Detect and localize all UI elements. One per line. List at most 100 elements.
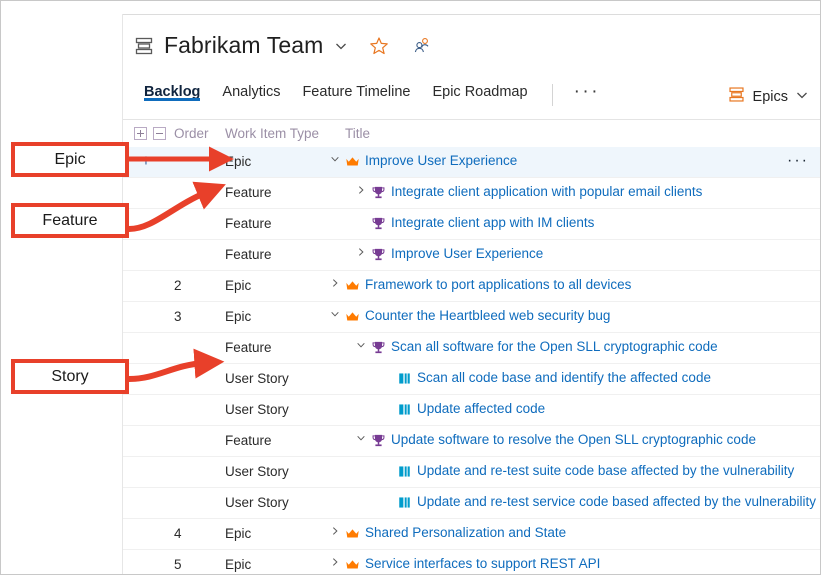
row-title-cell[interactable]: Update and re-test service code based af… (381, 493, 816, 511)
backlog-level-picker[interactable]: Epics (727, 85, 809, 109)
row-title-link[interactable]: Shared Personalization and State (365, 524, 566, 542)
callout-epic: Epic (11, 142, 129, 177)
row-title-cell[interactable]: Scan all software for the Open SLL crypt… (355, 338, 718, 356)
row-title-link[interactable]: Update and re-test suite code base affec… (417, 462, 794, 480)
tabs: Backlog Analytics Feature Timeline Epic … (133, 75, 610, 119)
row-title-link[interactable]: Scan all software for the Open SLL crypt… (391, 338, 718, 356)
row-title-link[interactable]: Integrate client application with popula… (391, 183, 702, 201)
table-row[interactable]: User Story Update affected code (123, 395, 821, 426)
callout-feature: Feature (11, 203, 129, 238)
row-title-cell[interactable]: Update software to resolve the Open SLL … (355, 431, 756, 449)
tab-divider (552, 84, 553, 106)
grid-rows: +EpicImprove User Experience···FeatureIn… (123, 147, 821, 575)
table-row[interactable]: Feature Update software to resolve the Op… (123, 426, 821, 457)
more-tabs-button[interactable]: ··· (564, 75, 610, 101)
trophy-icon (371, 340, 386, 355)
row-title-cell[interactable]: Update affected code (381, 400, 545, 418)
row-title-link[interactable]: Update and re-test service code based af… (417, 493, 816, 511)
expand-all-button[interactable] (134, 127, 147, 140)
row-title-cell[interactable]: Shared Personalization and State (329, 524, 566, 542)
backlog-level-orange-icon (727, 85, 746, 109)
row-title-link[interactable]: Integrate client app with IM clients (391, 214, 594, 232)
backlog-pane: Fabrikam Team (123, 15, 821, 575)
table-row[interactable]: 3EpicCounter the Heartbleed web security… (123, 302, 821, 333)
table-row[interactable]: 2EpicFramework to port applications to a… (123, 271, 821, 302)
row-title-link[interactable]: Counter the Heartbleed web security bug (365, 307, 610, 325)
row-title-cell[interactable]: Improve User Experience (355, 245, 543, 263)
row-title-cell[interactable]: Counter the Heartbleed web security bug (329, 307, 610, 325)
callout-epic-label: Epic (54, 151, 85, 169)
row-work-item-type: Epic (225, 278, 251, 293)
column-header-title[interactable]: Title (345, 126, 370, 141)
column-header-order[interactable]: Order (174, 126, 209, 141)
table-row[interactable]: Feature Integrate client application with… (123, 178, 821, 209)
row-context-menu-button[interactable]: ··· (787, 150, 809, 172)
story-icon (397, 495, 412, 510)
backlog-level-label: Epics (753, 89, 788, 105)
tab-feature-timeline[interactable]: Feature Timeline (291, 75, 421, 100)
row-title-cell[interactable]: Service interfaces to support REST API (329, 555, 600, 573)
row-title-cell[interactable]: Scan all code base and identify the affe… (381, 369, 711, 387)
add-item-icon[interactable]: + (141, 152, 151, 169)
expand-collapse-controls (134, 127, 166, 140)
disclosure-chevron-right-icon[interactable] (329, 524, 340, 542)
team-members-icon[interactable] (412, 36, 432, 56)
hub-header: Fabrikam Team (123, 15, 821, 75)
row-title-cell[interactable]: Integrate client application with popula… (355, 183, 702, 201)
story-icon (397, 464, 412, 479)
row-work-item-type: User Story (225, 371, 289, 386)
row-title-link[interactable]: Service interfaces to support REST API (365, 555, 600, 573)
annotation-gutter (1, 1, 122, 575)
row-title-link[interactable]: Scan all code base and identify the affe… (417, 369, 711, 387)
disclosure-chevron-down-icon[interactable] (355, 431, 366, 449)
collapse-all-button[interactable] (153, 127, 166, 140)
row-title-cell[interactable]: Update and re-test suite code base affec… (381, 462, 794, 480)
table-row[interactable]: 5EpicService interfaces to support REST … (123, 550, 821, 575)
table-row[interactable]: FeatureIntegrate client app with IM clie… (123, 209, 821, 240)
page-title: Fabrikam Team (164, 32, 323, 59)
table-row[interactable]: 4EpicShared Personalization and State (123, 519, 821, 550)
row-order: 3 (174, 309, 188, 324)
disclosure-chevron-down-icon[interactable] (329, 307, 340, 325)
row-title-cell[interactable]: Framework to port applications to all de… (329, 276, 631, 294)
trophy-icon (371, 247, 386, 262)
row-title-link[interactable]: Framework to port applications to all de… (365, 276, 631, 294)
tab-analytics-label: Analytics (222, 84, 280, 100)
tab-backlog[interactable]: Backlog (133, 75, 211, 100)
row-title-link[interactable]: Update affected code (417, 400, 545, 418)
grid-header-row: Order Work Item Type Title (123, 120, 821, 147)
tab-analytics[interactable]: Analytics (211, 75, 291, 100)
disclosure-chevron-right-icon[interactable] (355, 245, 366, 263)
crown-icon (345, 154, 360, 169)
tab-feature-timeline-label: Feature Timeline (302, 84, 410, 100)
disclosure-chevron-right-icon[interactable] (329, 276, 340, 294)
table-row[interactable]: +EpicImprove User Experience··· (123, 147, 821, 178)
row-work-item-type: Feature (225, 340, 272, 355)
star-icon[interactable] (369, 36, 389, 56)
chevron-down-icon[interactable] (334, 39, 348, 53)
table-row[interactable]: Feature Scan all software for the Open SL… (123, 333, 821, 364)
app-window: Fabrikam Team (0, 0, 821, 575)
row-title-link[interactable]: Improve User Experience (391, 245, 543, 263)
row-title-link[interactable]: Update software to resolve the Open SLL … (391, 431, 756, 449)
row-work-item-type: User Story (225, 402, 289, 417)
table-row[interactable]: FeatureImprove User Experience (123, 240, 821, 271)
tab-epic-roadmap[interactable]: Epic Roadmap (421, 75, 538, 100)
disclosure-chevron-right-icon[interactable] (329, 555, 340, 573)
column-header-work-item-type[interactable]: Work Item Type (225, 126, 319, 141)
row-work-item-type: Feature (225, 185, 272, 200)
trophy-icon (371, 216, 386, 231)
table-row[interactable]: User StoryUpdate and re-test service cod… (123, 488, 821, 519)
callout-feature-label: Feature (42, 212, 97, 230)
disclosure-chevron-down-icon[interactable] (329, 152, 340, 170)
table-row[interactable]: User StoryUpdate and re-test suite code … (123, 457, 821, 488)
row-title-link[interactable]: Improve User Experience (365, 152, 517, 170)
disclosure-chevron-right-icon[interactable] (355, 183, 366, 201)
disclosure-chevron-down-icon[interactable] (355, 338, 366, 356)
table-row[interactable]: User Story Scan all code base and identif… (123, 364, 821, 395)
backlog-level-icon (133, 35, 155, 57)
row-title-cell[interactable]: Integrate client app with IM clients (355, 214, 594, 232)
row-work-item-type: Epic (225, 557, 251, 572)
row-work-item-type: Feature (225, 433, 272, 448)
row-title-cell[interactable]: Improve User Experience (329, 152, 517, 170)
